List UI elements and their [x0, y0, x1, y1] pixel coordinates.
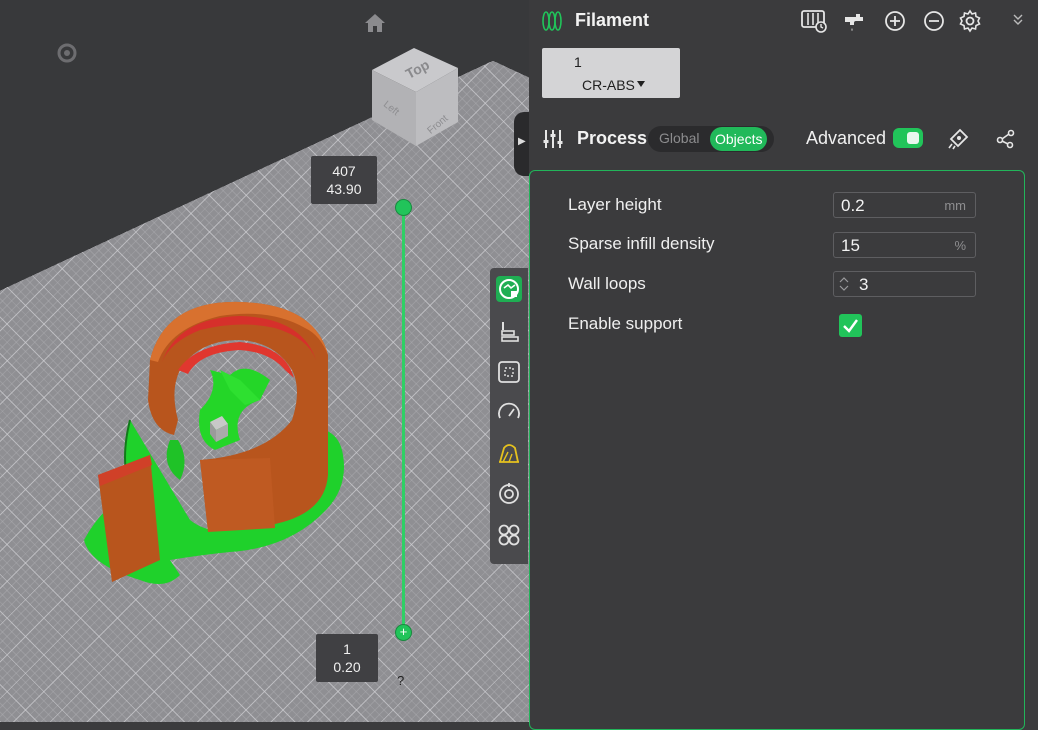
- sparse-infill-density-unit: %: [954, 238, 966, 253]
- top-layer-height: 43.90: [326, 181, 362, 197]
- filament-icon: [542, 11, 562, 31]
- layer-height-label: Layer height: [568, 195, 662, 214]
- layer-slider-top-readout: 407 43.90: [311, 156, 377, 204]
- variable-layer-icon[interactable]: [496, 522, 522, 548]
- flush-icon[interactable]: [842, 9, 866, 33]
- layer-slider-top-handle[interactable]: [395, 199, 412, 216]
- filament-section-header: Filament: [529, 0, 1038, 40]
- filament-slot-1[interactable]: 1 CR-ABS: [542, 48, 680, 98]
- spin-arrows-icon[interactable]: [838, 275, 850, 293]
- layer-height-input[interactable]: 0.2 mm: [833, 192, 976, 218]
- sliced-model-preview[interactable]: [70, 290, 360, 600]
- advanced-toggle[interactable]: [893, 128, 923, 148]
- sparse-infill-density-value: 15: [841, 236, 860, 255]
- speed-icon[interactable]: [496, 400, 522, 426]
- wall-loops-value: 3: [859, 275, 869, 294]
- process-title: Process: [577, 128, 648, 148]
- layer-align-icon[interactable]: [496, 318, 522, 344]
- settings-panel: Filament 1 CR-ABS Process Global Objects…: [529, 0, 1038, 730]
- remove-icon[interactable]: [922, 9, 946, 33]
- wall-loops-spinner[interactable]: 3: [833, 271, 976, 297]
- enable-support-checkbox[interactable]: [839, 314, 862, 337]
- process-presets-icon[interactable]: [946, 127, 970, 151]
- orbit-icon[interactable]: [56, 42, 78, 64]
- settings-icon[interactable]: [958, 9, 982, 33]
- mode-global-option[interactable]: Global: [659, 130, 699, 146]
- preview-side-toolbar: [490, 268, 528, 564]
- seam-icon[interactable]: [496, 481, 522, 507]
- 3d-viewport[interactable]: Top Left Front 407 43.90 + 1 0.20 ? ▶: [0, 0, 529, 722]
- bottom-layer-height: 0.20: [333, 659, 361, 675]
- home-icon[interactable]: [362, 10, 388, 36]
- enable-support-label: Enable support: [568, 314, 683, 333]
- dropdown-caret-icon[interactable]: [637, 81, 645, 87]
- slider-help-button[interactable]: ?: [397, 673, 404, 688]
- process-sliders-icon: [543, 130, 563, 148]
- preview-icon[interactable]: [496, 276, 522, 302]
- process-mode-switch: Global Objects: [648, 126, 774, 152]
- bottom-layer-number: 1: [343, 641, 351, 657]
- layer-slider-bottom-readout: 1 0.20: [316, 634, 378, 682]
- collapse-icon[interactable]: [1011, 10, 1025, 30]
- sidebar-collapse-tab[interactable]: ▶: [514, 112, 529, 176]
- bounding-box-icon[interactable]: [496, 359, 522, 385]
- layer-slider-bottom-handle[interactable]: +: [395, 624, 412, 641]
- advanced-label: Advanced: [806, 128, 887, 148]
- add-icon[interactable]: [883, 9, 907, 33]
- layer-slider-track[interactable]: [402, 207, 405, 633]
- filament-slot-name: CR-ABS: [582, 77, 635, 93]
- process-section-header: Process Global Objects Advanced: [529, 118, 1038, 158]
- process-parameters: Layer height 0.2 mm Sparse infill densit…: [529, 170, 1025, 730]
- view-cube[interactable]: Top Left Front: [366, 42, 466, 152]
- sparse-infill-density-label: Sparse infill density: [568, 234, 715, 253]
- wall-loops-label: Wall loops: [568, 274, 646, 293]
- toggle-knob: [907, 132, 919, 144]
- filament-title: Filament: [575, 10, 650, 30]
- mode-objects-option[interactable]: Objects: [710, 127, 768, 151]
- filament-manager-icon[interactable]: [800, 8, 828, 34]
- compare-icon[interactable]: [994, 127, 1018, 151]
- filament-slot-number: 1: [574, 54, 582, 70]
- chevron-right-icon: ▶: [518, 136, 526, 147]
- sparse-infill-density-input[interactable]: 15 %: [833, 232, 976, 258]
- support-paint-icon[interactable]: [496, 440, 522, 466]
- top-layer-number: 407: [332, 163, 356, 179]
- checkmark-icon: [843, 319, 858, 333]
- layer-height-unit: mm: [944, 198, 966, 213]
- layer-height-value: 0.2: [841, 196, 865, 215]
